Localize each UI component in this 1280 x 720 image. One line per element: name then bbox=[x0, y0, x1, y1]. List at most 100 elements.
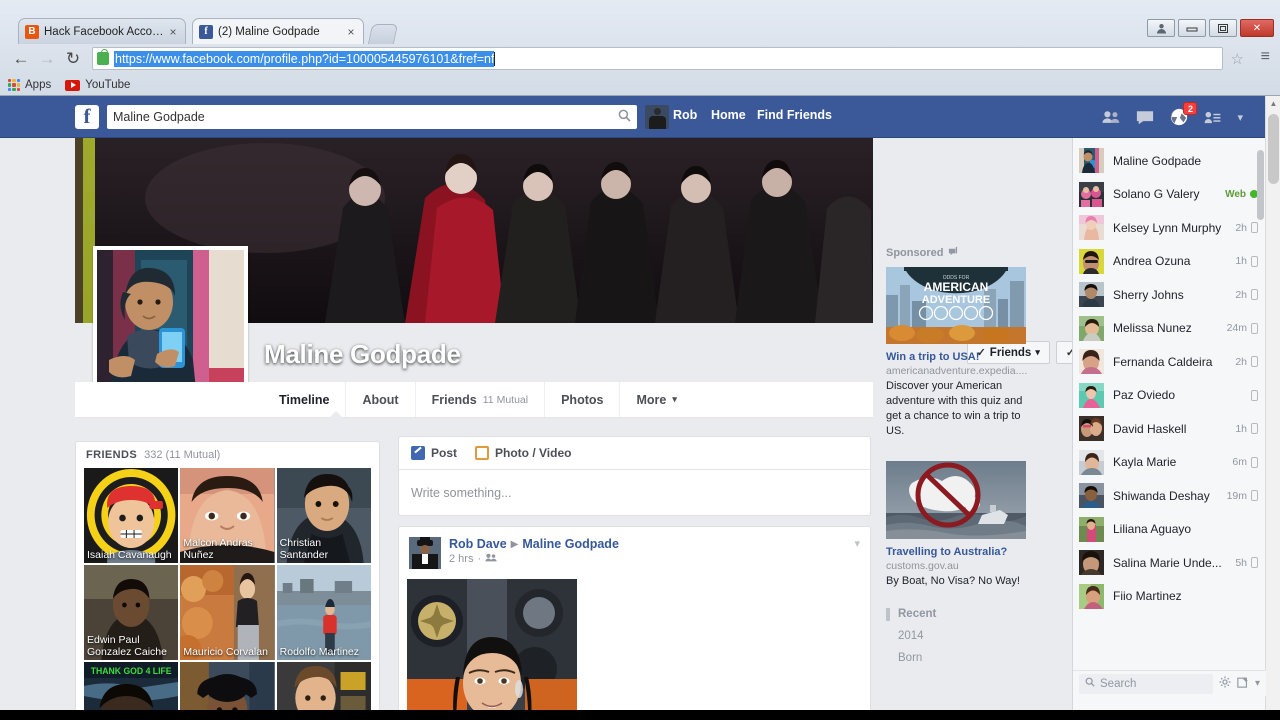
timeline-nav-item[interactable]: 2014 bbox=[886, 625, 1026, 647]
tab-friends[interactable]: Friends 11 Mutual bbox=[414, 382, 545, 417]
chat-contact-row[interactable]: Sherry Johns 2h bbox=[1073, 278, 1266, 312]
bookmark-star-icon[interactable]: ☆ bbox=[1231, 50, 1244, 68]
ad-image-australia-customs[interactable] bbox=[886, 461, 1026, 539]
scroll-up-arrow[interactable]: ▲ bbox=[1266, 96, 1280, 111]
ad-image-american-adventure[interactable]: ODDS FOR AMERICAN ADVENTURE bbox=[886, 267, 1026, 344]
post-author-avatar[interactable] bbox=[409, 537, 441, 569]
friend-tile[interactable]: Dexter Cavanaugh bbox=[180, 662, 275, 710]
maximize-button[interactable] bbox=[1209, 19, 1237, 37]
new-tab-button[interactable] bbox=[367, 24, 399, 44]
ad-title[interactable]: Win a trip to USA! bbox=[886, 350, 1026, 364]
composer-photo-video-tab[interactable]: Photo / Video bbox=[475, 446, 571, 460]
friend-tile[interactable]: Edwin Paul Gonzalez Caiche bbox=[84, 565, 179, 660]
search-icon bbox=[1085, 677, 1095, 690]
account-avatar[interactable] bbox=[645, 105, 669, 129]
composer-tabs: Post Photo / Video bbox=[399, 437, 870, 470]
chat-contact-list: Maline Godpade Solano G Valery Web Kelse… bbox=[1073, 138, 1266, 670]
chat-contact-row[interactable]: Melissa Nunez 24m bbox=[1073, 312, 1266, 346]
chat-contact-row[interactable]: Maline Godpade bbox=[1073, 144, 1266, 178]
account-name-link[interactable]: Rob bbox=[673, 108, 697, 122]
profile-tabs: Timeline About Friends 11 Mutual Photos … bbox=[75, 382, 873, 418]
chat-contact-row[interactable]: David Haskell 1h bbox=[1073, 412, 1266, 446]
close-window-button[interactable]: ✕ bbox=[1240, 19, 1274, 37]
tab-close-icon[interactable]: × bbox=[345, 26, 357, 38]
page-scrollbar[interactable]: ▲ bbox=[1265, 96, 1280, 710]
home-link[interactable]: Home bbox=[711, 108, 746, 122]
chat-contact-row[interactable]: Andrea Ozuna 1h bbox=[1073, 245, 1266, 279]
friend-tile[interactable]: Isaiah Cavanaugh bbox=[84, 468, 179, 563]
friends-audience-icon[interactable] bbox=[485, 553, 497, 565]
scrollbar-thumb[interactable] bbox=[1268, 114, 1279, 184]
privacy-shortcuts-icon[interactable] bbox=[1204, 111, 1221, 124]
friend-tile[interactable]: Mauricio Corvalan bbox=[180, 565, 275, 660]
tab-about[interactable]: About bbox=[345, 382, 414, 417]
find-friends-link[interactable]: Find Friends bbox=[757, 108, 832, 122]
reload-button[interactable]: ↻ bbox=[60, 46, 86, 72]
post-arrow-icon: ▶ bbox=[510, 538, 519, 550]
friend-tile[interactable]: Rodolfo Martinez bbox=[276, 565, 371, 660]
chat-contact-row[interactable]: Kelsey Lynn Murphy 2h bbox=[1073, 211, 1266, 245]
chat-contact-row[interactable]: Fernanda Caldeira 2h bbox=[1073, 345, 1266, 379]
browser-chrome: B Hack Facebook Account × f (2) Maline G… bbox=[0, 0, 1280, 96]
tab-close-icon[interactable]: × bbox=[167, 26, 179, 38]
friend-tile[interactable]: Jeans Stevens Larson bbox=[276, 662, 371, 710]
chrome-menu-icon[interactable]: ≡ bbox=[1261, 49, 1270, 65]
chat-contact-meta: 1h bbox=[1235, 255, 1258, 267]
friend-tile[interactable]: THANK GOD 4 LIFE Abraham Bangura bbox=[84, 662, 179, 710]
minimize-button[interactable] bbox=[1178, 19, 1206, 37]
ad-title[interactable]: Travelling to Australia? bbox=[886, 545, 1026, 559]
search-icon[interactable] bbox=[618, 109, 631, 125]
back-button[interactable]: ← bbox=[8, 46, 34, 72]
chat-scrollbar[interactable] bbox=[1256, 146, 1265, 670]
create-ad-icon[interactable] bbox=[948, 246, 959, 260]
chat-scrollbar-thumb[interactable] bbox=[1257, 150, 1264, 220]
browser-tab-active[interactable]: f (2) Maline Godpade × bbox=[192, 18, 364, 44]
chat-contact-row[interactable]: Kayla Marie 6m bbox=[1073, 446, 1266, 480]
friend-tile[interactable]: Malcon Andras Nuñez bbox=[180, 468, 275, 563]
chat-contact-row[interactable]: Liliana Aguayo bbox=[1073, 513, 1266, 547]
composer-input[interactable]: Write something... bbox=[399, 470, 870, 515]
forward-button[interactable]: → bbox=[34, 46, 60, 72]
messages-icon[interactable] bbox=[1136, 110, 1154, 125]
avatar bbox=[1079, 349, 1104, 375]
chat-contact-name: Melissa Nunez bbox=[1113, 321, 1192, 336]
chat-contact-row[interactable]: Shiwanda Deshay 19m bbox=[1073, 479, 1266, 513]
browser-tab-inactive[interactable]: B Hack Facebook Account × bbox=[18, 18, 186, 44]
user-profile-icon[interactable] bbox=[1147, 19, 1175, 37]
post-options-chevron-icon[interactable]: ▾ bbox=[854, 537, 860, 550]
composer-post-tab[interactable]: Post bbox=[411, 446, 457, 460]
compose-icon[interactable] bbox=[1237, 676, 1249, 691]
post-author-name[interactable]: Rob Dave bbox=[449, 537, 507, 551]
chat-contact-row[interactable]: Fiio Martinez bbox=[1073, 580, 1266, 614]
apps-grid-icon bbox=[8, 79, 20, 91]
svg-text:ADVENTURE: ADVENTURE bbox=[922, 294, 990, 306]
feed-column: Post Photo / Video Write something... Ro… bbox=[398, 436, 871, 710]
facebook-logo-icon[interactable]: f bbox=[75, 105, 99, 129]
timeline-nav-item[interactable]: Recent bbox=[886, 603, 1026, 625]
bookmark-youtube[interactable]: YouTube bbox=[65, 79, 130, 91]
chat-collapse-icon[interactable]: ▾ bbox=[1255, 678, 1260, 689]
address-bar[interactable]: https://www.facebook.com/profile.php?id=… bbox=[92, 47, 1223, 70]
chat-contact-name: Shiwanda Deshay bbox=[1113, 488, 1210, 503]
profile-picture[interactable] bbox=[93, 246, 248, 404]
chat-contact-row[interactable]: Solano G Valery Web bbox=[1073, 178, 1266, 212]
tab-photos[interactable]: Photos bbox=[544, 382, 619, 417]
account-settings-chevron-icon[interactable]: ▾ bbox=[1237, 111, 1243, 124]
chat-contact-row[interactable]: Salina Marie Unde... 5h bbox=[1073, 546, 1266, 580]
profile-name: Maline Godpade bbox=[264, 339, 461, 369]
notifications-globe-icon[interactable]: 2 bbox=[1170, 102, 1198, 126]
timeline-nav-item[interactable]: Born bbox=[886, 647, 1026, 669]
bookmark-apps[interactable]: Apps bbox=[8, 79, 51, 91]
friends-box-header: FRIENDS 332 (11 Mutual) bbox=[76, 442, 379, 468]
tab-label: Friends bbox=[431, 392, 477, 407]
post-target-name[interactable]: Maline Godpade bbox=[522, 537, 619, 551]
facebook-search-input[interactable]: Maline Godpade bbox=[107, 105, 637, 129]
post-image[interactable]: KÖNIG bbox=[407, 579, 577, 710]
chat-search-input[interactable]: Search bbox=[1079, 673, 1213, 694]
friend-requests-icon[interactable] bbox=[1102, 110, 1120, 124]
tab-more[interactable]: More ▾ bbox=[619, 382, 692, 417]
friend-tile[interactable]: Christian Santander bbox=[276, 468, 371, 563]
chat-contact-row[interactable]: Paz Oviedo bbox=[1073, 379, 1266, 413]
gear-icon[interactable] bbox=[1219, 676, 1231, 691]
timeline-marker bbox=[886, 607, 890, 621]
